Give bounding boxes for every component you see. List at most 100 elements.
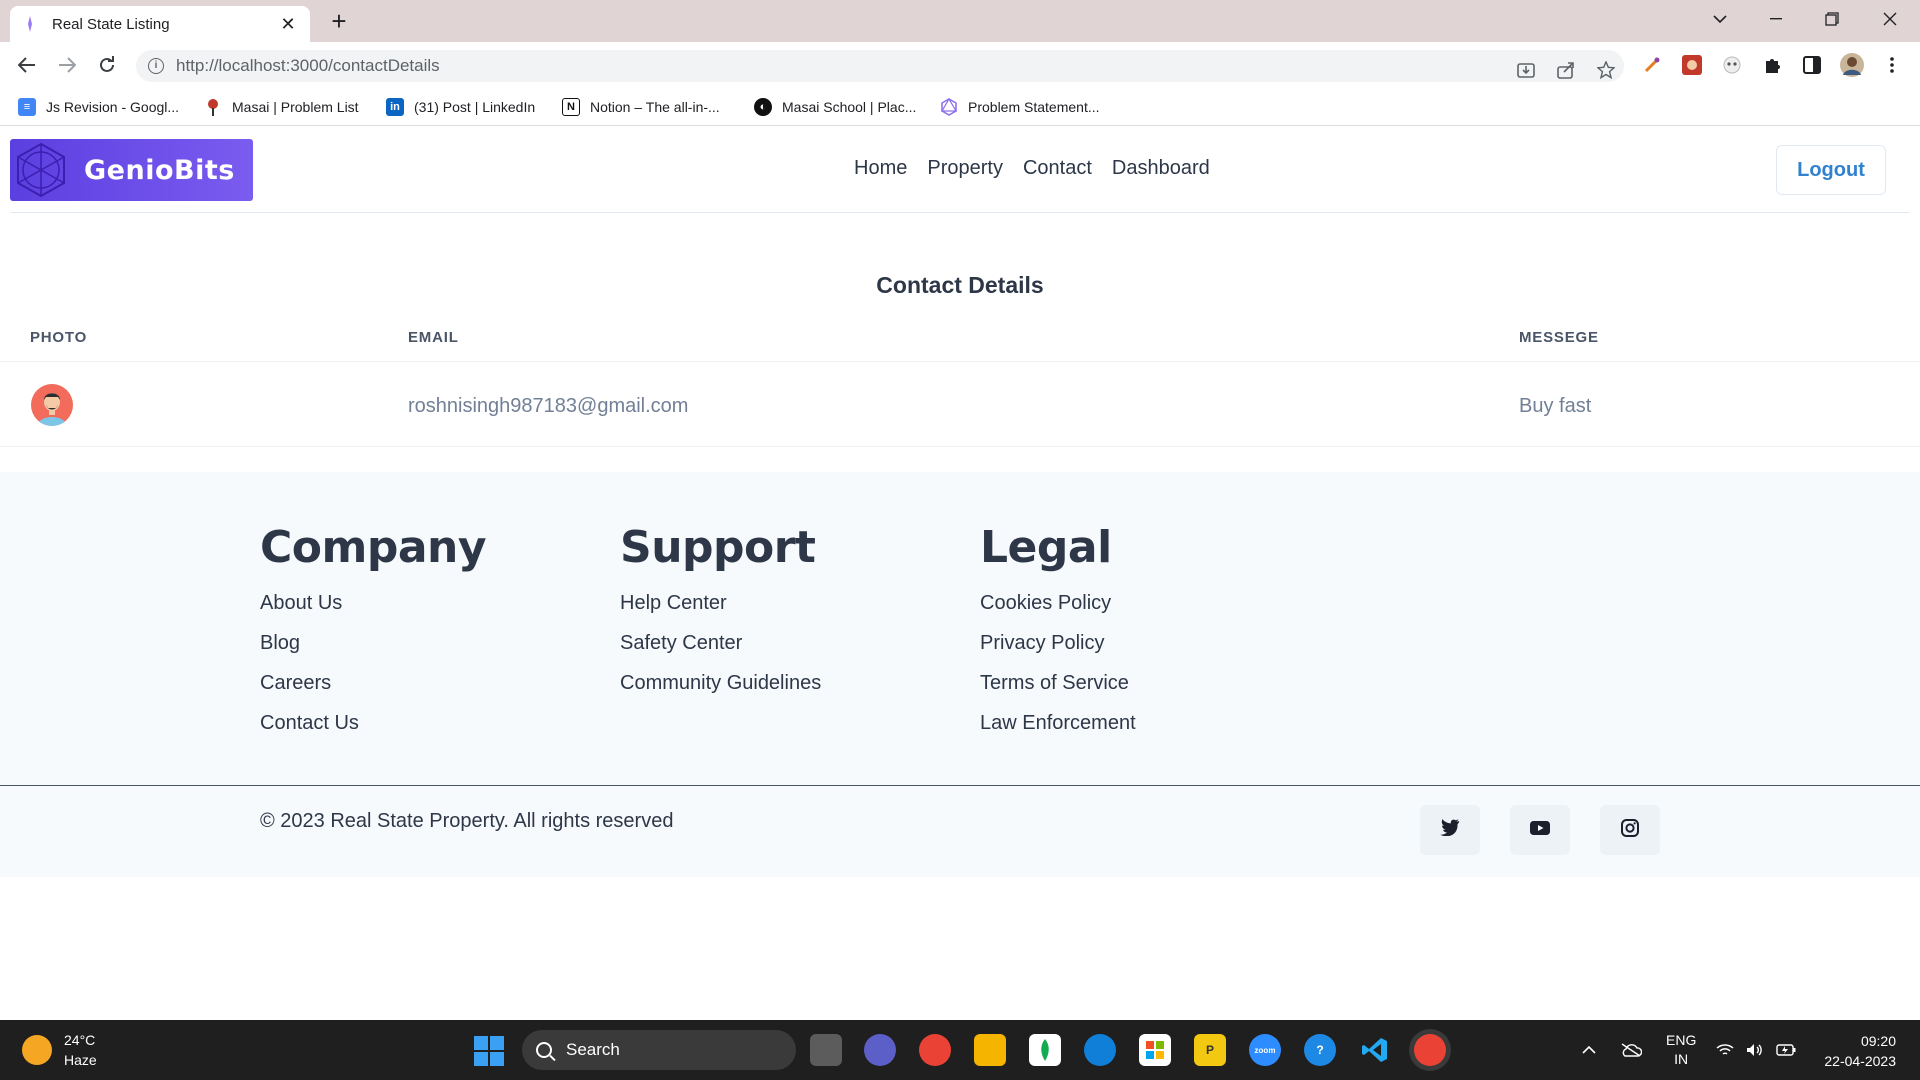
bookmark-label: Masai | Problem List	[232, 99, 359, 115]
instagram-button[interactable]	[1600, 805, 1660, 855]
youtube-button[interactable]	[1510, 805, 1570, 855]
extension-red-icon[interactable]	[1680, 53, 1704, 77]
footer-link-contact-us[interactable]: Contact Us	[260, 703, 486, 743]
site-logo[interactable]: GenioBits	[10, 139, 253, 201]
nav-property[interactable]: Property	[927, 157, 1003, 180]
microsoft-store-icon[interactable]	[1139, 1034, 1171, 1066]
browser-tab[interactable]: Real State Listing ✕	[10, 6, 310, 42]
vscode-icon[interactable]	[1359, 1034, 1391, 1066]
browser-menu-icon[interactable]	[1880, 53, 1904, 77]
site-navbar: GenioBits Home Property Contact Dashboar…	[10, 127, 1910, 213]
bookmark-masai-problem-list[interactable]: Masai | Problem List	[204, 97, 359, 117]
instagram-icon	[1621, 818, 1639, 842]
reload-icon[interactable]	[90, 48, 124, 82]
volume-icon[interactable]	[1746, 1020, 1764, 1080]
footer-link-privacy-policy[interactable]: Privacy Policy	[980, 623, 1136, 663]
install-icon[interactable]	[1514, 58, 1538, 82]
haze-weather-icon	[22, 1035, 52, 1065]
onedrive-icon[interactable]	[1620, 1020, 1642, 1080]
chrome-active-icon[interactable]	[1414, 1034, 1446, 1066]
web-page: GenioBits Home Property Contact Dashboar…	[0, 127, 1920, 1020]
minimize-icon[interactable]	[1748, 0, 1804, 38]
windows-start-icon[interactable]	[474, 1036, 504, 1066]
twitter-button[interactable]	[1420, 805, 1480, 855]
linkedin-icon: in	[386, 98, 404, 116]
logout-button[interactable]: Logout	[1776, 145, 1886, 195]
color-picker-extension-icon[interactable]	[1640, 53, 1664, 77]
close-window-icon[interactable]	[1862, 0, 1918, 38]
show-hidden-icons[interactable]	[1582, 1020, 1596, 1080]
side-panel-icon[interactable]	[1800, 53, 1824, 77]
footer-link-about-us[interactable]: About Us	[260, 583, 486, 623]
footer-heading-legal: Legal	[980, 522, 1112, 573]
contact-email: roshnisingh987183@gmail.com	[408, 395, 689, 417]
taskbar-search[interactable]: Search	[522, 1030, 796, 1070]
forward-icon[interactable]	[50, 48, 84, 82]
chrome-icon[interactable]	[919, 1034, 951, 1066]
footer-link-safety-center[interactable]: Safety Center	[620, 623, 821, 663]
bookmark-notion[interactable]: N Notion – The all-in-...	[562, 97, 720, 117]
bookmark-js-revision[interactable]: ≡ Js Revision - Googl...	[18, 97, 179, 117]
logo-text: GenioBits	[84, 154, 235, 186]
profile-avatar-icon[interactable]	[1840, 53, 1864, 77]
network-logo-icon	[10, 139, 72, 201]
extensions-puzzle-icon[interactable]	[1760, 53, 1784, 77]
footer-column-support: Support Help Center Safety Center Commun…	[620, 522, 821, 703]
address-url: http://localhost:3000/contactDetails	[176, 56, 440, 75]
page-title: Contact Details	[876, 272, 1044, 298]
system-clock[interactable]: 09:20 22-04-2023	[1824, 1031, 1896, 1071]
column-header-photo: PHOTO	[30, 329, 88, 346]
teams-chat-icon[interactable]	[864, 1034, 896, 1066]
nav-contact[interactable]: Contact	[1023, 157, 1092, 180]
wifi-icon[interactable]	[1716, 1020, 1734, 1080]
pycharm-icon[interactable]: P	[1194, 1034, 1226, 1066]
site-favicon-icon	[22, 16, 38, 32]
google-docs-icon: ≡	[18, 98, 36, 116]
weather-condition: Haze	[64, 1052, 97, 1068]
footer-heading-company: Company	[260, 522, 487, 573]
bookmark-star-icon[interactable]	[1594, 58, 1618, 82]
tab-close-icon[interactable]: ✕	[278, 14, 298, 35]
masai-icon	[204, 98, 222, 116]
extension-panda-icon[interactable]	[1720, 53, 1744, 77]
site-info-icon[interactable]: i	[148, 58, 164, 74]
help-app-icon[interactable]: ?	[1304, 1034, 1336, 1066]
bookmark-problem-statement[interactable]: Problem Statement...	[940, 97, 1100, 117]
footer-link-blog[interactable]: Blog	[260, 623, 486, 663]
footer-link-community-guidelines[interactable]: Community Guidelines	[620, 663, 821, 703]
new-tab-button[interactable]: +	[325, 8, 353, 34]
zoom-icon[interactable]: zoom	[1249, 1034, 1281, 1066]
footer-link-help-center[interactable]: Help Center	[620, 583, 821, 623]
footer-link-careers[interactable]: Careers	[260, 663, 486, 703]
bookmark-label: Problem Statement...	[968, 99, 1100, 115]
bookmarks-bar: ≡ Js Revision - Googl... Masai | Problem…	[0, 88, 1920, 126]
column-header-email: EMAIL	[408, 329, 459, 346]
language-indicator[interactable]: ENG IN	[1666, 1020, 1696, 1080]
address-bar[interactable]: i http://localhost:3000/contactDetails	[136, 50, 1624, 82]
tab-search-icon[interactable]	[1692, 0, 1748, 38]
footer-link-terms-of-service[interactable]: Terms of Service	[980, 663, 1136, 703]
file-explorer-icon[interactable]	[974, 1034, 1006, 1066]
main-navigation: Home Property Contact Dashboard	[854, 157, 1210, 180]
bookmark-masai-school[interactable]: ◐ Masai School | Plac...	[754, 97, 916, 117]
footer-link-cookies-policy[interactable]: Cookies Policy	[980, 583, 1136, 623]
restore-icon[interactable]	[1804, 0, 1860, 38]
bookmark-linkedin[interactable]: in (31) Post | LinkedIn	[386, 97, 535, 117]
table-row-divider	[0, 446, 1920, 447]
weather-temperature: 24°C	[64, 1032, 96, 1048]
share-icon[interactable]	[1554, 58, 1578, 82]
clock-date: 22-04-2023	[1824, 1053, 1896, 1069]
nav-dashboard[interactable]: Dashboard	[1112, 157, 1210, 180]
edge-icon[interactable]	[1084, 1034, 1116, 1066]
footer-link-law-enforcement[interactable]: Law Enforcement	[980, 703, 1136, 743]
task-view-icon[interactable]	[810, 1034, 842, 1066]
footer-column-company: Company About Us Blog Careers Contact Us	[260, 522, 487, 743]
bookmark-label: Js Revision - Googl...	[46, 99, 180, 115]
weather-widget[interactable]: 24°C Haze	[22, 1030, 97, 1070]
nav-home[interactable]: Home	[854, 157, 907, 180]
mongodb-compass-icon[interactable]	[1029, 1034, 1061, 1066]
notion-icon: N	[562, 98, 580, 116]
youtube-icon	[1530, 820, 1550, 840]
back-icon[interactable]	[10, 48, 44, 82]
battery-icon[interactable]	[1776, 1020, 1796, 1080]
